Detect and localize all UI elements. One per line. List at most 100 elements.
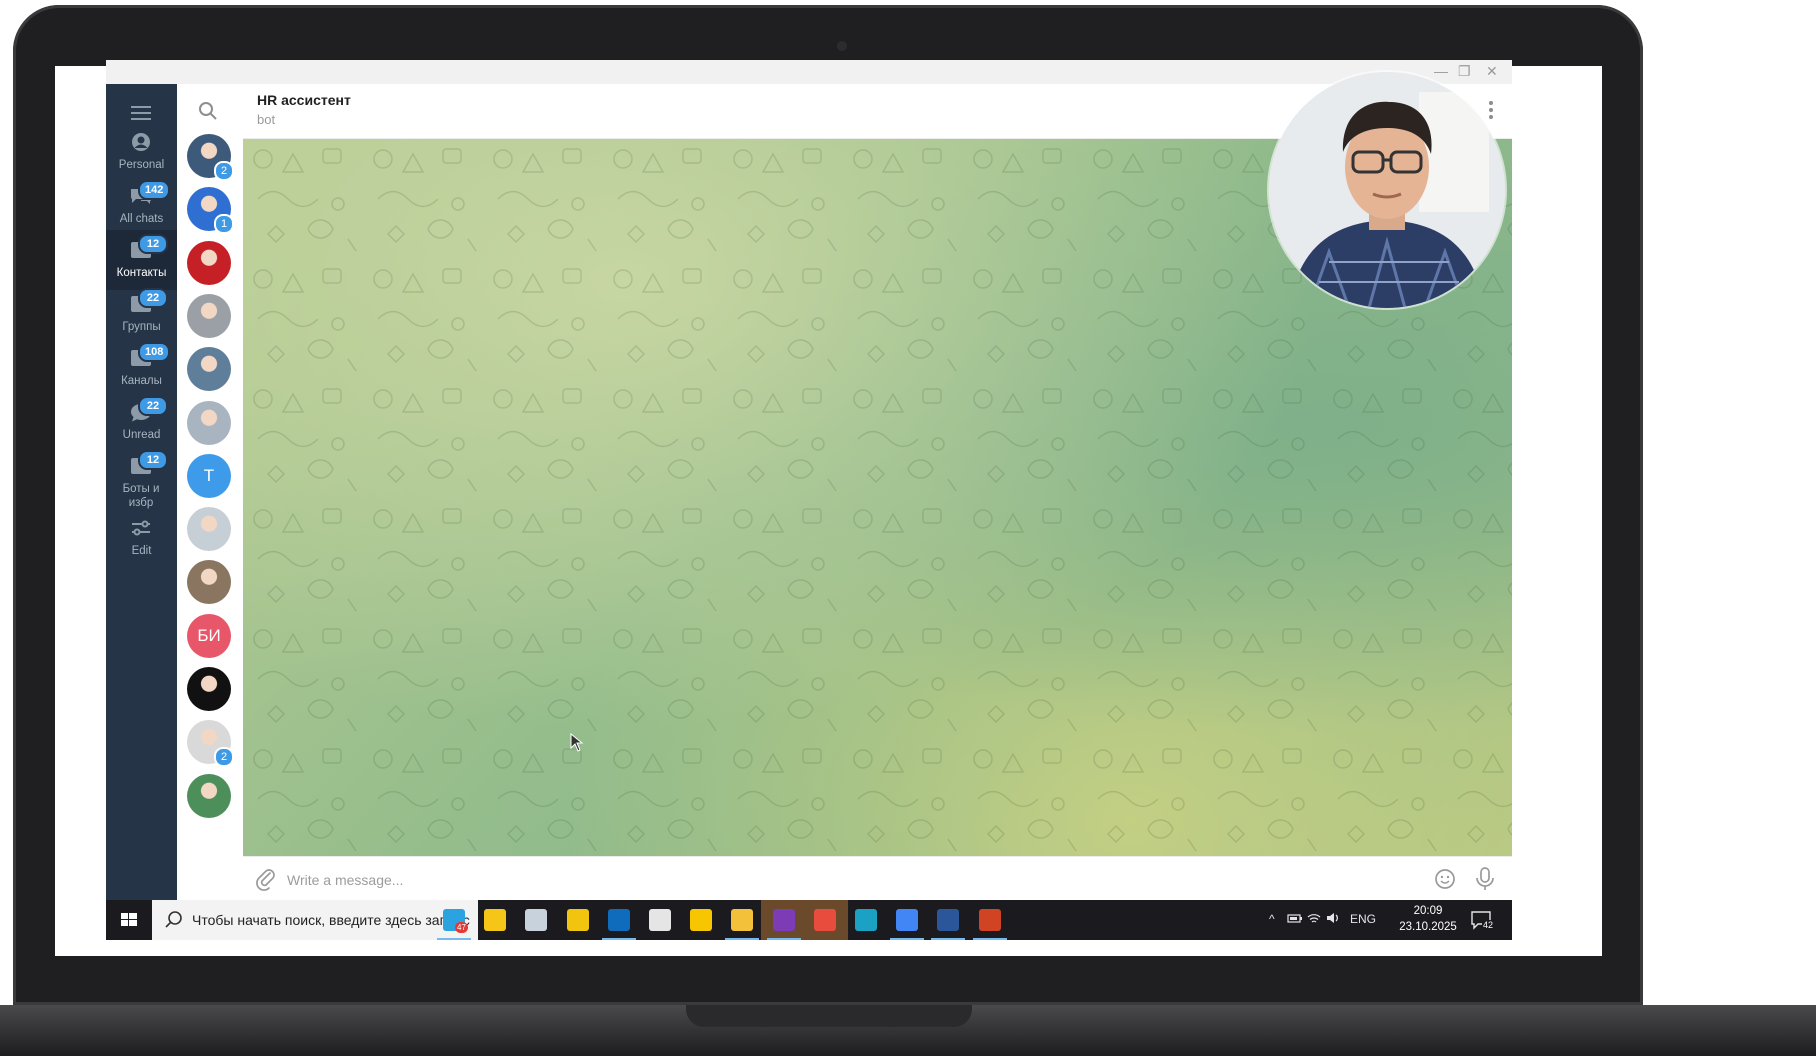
avatar-photo [187, 293, 231, 338]
chat-avatar[interactable] [187, 507, 231, 552]
folder-label: Каналы [121, 375, 162, 387]
app-wave-icon [855, 909, 877, 931]
unread-badge: 2 [214, 747, 234, 768]
folder-badge: 22 [138, 396, 168, 416]
taskbar-app-file-explorer[interactable] [719, 900, 765, 940]
chat-avatar[interactable]: 2 [187, 134, 234, 181]
person-icon [129, 132, 153, 152]
avatar-photo [187, 773, 231, 818]
folder-label: Боты и избр [122, 483, 160, 509]
taskbar-app-app-wave[interactable] [843, 900, 889, 940]
taskbar-app-app-tool[interactable] [637, 900, 683, 940]
taskbar-app-word[interactable] [925, 900, 971, 940]
wifi-icon[interactable] [1306, 910, 1322, 929]
app-snip-icon [813, 909, 836, 931]
taskbar-search-placeholder: Чтобы начать поиск, введите здесь запрос [192, 912, 470, 928]
maximize-button[interactable]: ❐ [1458, 63, 1471, 80]
more-options-icon[interactable] [1488, 99, 1494, 121]
app-1c-icon [690, 909, 713, 931]
taskbar-search[interactable]: Чтобы начать поиск, введите здесь запрос [152, 900, 478, 940]
taskbar-app-onenote[interactable] [760, 900, 807, 940]
folder-item-6[interactable]: 12 Боты и избр [106, 446, 177, 509]
taskbar-app-favorites[interactable] [472, 900, 518, 940]
taskbar-app-app-bookmark[interactable] [555, 900, 601, 940]
app-badge: 47 [455, 922, 468, 933]
word-icon [937, 909, 960, 931]
search-icon [165, 911, 182, 928]
window-titlebar: — ❐ ✕ [106, 60, 1512, 84]
webcam-overlay [1269, 72, 1505, 308]
chat-avatar[interactable]: 2 [187, 720, 234, 768]
laptop-notch [686, 1005, 972, 1027]
windows-taskbar: Чтобы начать поиск, введите здесь запрос… [106, 900, 1512, 940]
taskbar-app-outlook[interactable] [596, 900, 642, 940]
folder-badge: 142 [138, 180, 171, 200]
minimize-button[interactable]: — [1434, 63, 1448, 79]
folder-label: Edit [131, 545, 152, 557]
unread-badge: 1 [214, 214, 234, 235]
folder-item-0[interactable]: Personal [106, 122, 177, 182]
chat-avatar[interactable] [187, 293, 231, 338]
tray-chevron[interactable]: ^ [1269, 912, 1275, 926]
folder-label: Контакты [116, 267, 167, 279]
clock-date: 23.10.2025 [1399, 921, 1457, 933]
notification-center-icon[interactable]: 42 [1468, 906, 1498, 934]
chat-subtitle: bot [257, 112, 276, 127]
chat-avatar[interactable] [187, 667, 231, 711]
taskbar-app-app-1c[interactable] [678, 900, 724, 940]
avatar-photo [187, 560, 231, 605]
language-indicator[interactable]: ENG [1350, 912, 1376, 926]
chat-avatar[interactable] [187, 347, 231, 392]
windows-start-icon[interactable] [106, 900, 152, 940]
close-button[interactable]: ✕ [1486, 63, 1498, 80]
file-explorer-icon [731, 909, 754, 931]
chat-avatar[interactable] [187, 560, 231, 605]
folder-badge: 12 [138, 234, 168, 254]
chat-avatar[interactable] [187, 240, 231, 285]
chat-list: 2 1 T БИ 2 [177, 84, 244, 900]
volume-icon[interactable] [1325, 910, 1341, 929]
folder-item-7[interactable]: Edit [106, 508, 177, 568]
taskbar-app-telegram[interactable]: 47 [431, 900, 477, 940]
unread-badge: 2 [214, 161, 234, 181]
avatar-photo [187, 347, 231, 392]
edit-filters-icon [129, 518, 153, 538]
outlook-icon [607, 909, 630, 931]
taskbar-clock[interactable]: 20:09 23.10.2025 [1398, 903, 1458, 935]
taskbar-app-app-snip[interactable] [801, 900, 848, 940]
folder-label: Группы [122, 321, 161, 333]
camera-dot [837, 41, 847, 51]
message-composer [243, 856, 1512, 901]
avatar-photo [187, 667, 231, 711]
folder-label: Unread [122, 429, 161, 441]
battery-icon[interactable] [1287, 910, 1303, 929]
search-icon[interactable] [197, 100, 219, 122]
folder-badge: 108 [138, 342, 171, 362]
message-input[interactable] [285, 865, 1389, 895]
folder-item-4[interactable]: 108 Каналы [106, 338, 177, 398]
chat-avatar[interactable] [187, 773, 231, 818]
folder-label: All chats [119, 213, 164, 225]
folder-sidebar: Personal 142 All chats 12 Контакты 22 Группы 10… [106, 84, 177, 900]
chat-avatar[interactable]: T [187, 453, 231, 498]
emoji-icon[interactable] [1434, 868, 1456, 890]
taskbar-app-chrome[interactable] [884, 900, 930, 940]
notification-count: 42 [1482, 920, 1495, 930]
microphone-icon[interactable] [1474, 866, 1496, 892]
attach-icon[interactable] [255, 867, 277, 891]
folder-label: Personal [118, 159, 165, 171]
taskbar-app-powerpoint[interactable] [967, 900, 1013, 940]
chat-avatar[interactable] [187, 400, 231, 445]
folder-item-1[interactable]: 142 All chats [106, 176, 177, 236]
chat-avatar[interactable]: БИ [187, 613, 231, 658]
folder-item-5[interactable]: 22 Unread [106, 392, 177, 452]
app-bird-icon [525, 909, 548, 931]
clock-time: 20:09 [1413, 905, 1443, 917]
app-bookmark-icon [566, 909, 589, 931]
avatar-photo [187, 400, 231, 445]
folder-item-2[interactable]: 12 Контакты [106, 230, 177, 290]
chat-avatar[interactable]: 1 [187, 187, 234, 235]
taskbar-app-app-bird[interactable] [513, 900, 559, 940]
avatar-initials: T [187, 453, 231, 498]
folder-item-3[interactable]: 22 Группы [106, 284, 177, 344]
